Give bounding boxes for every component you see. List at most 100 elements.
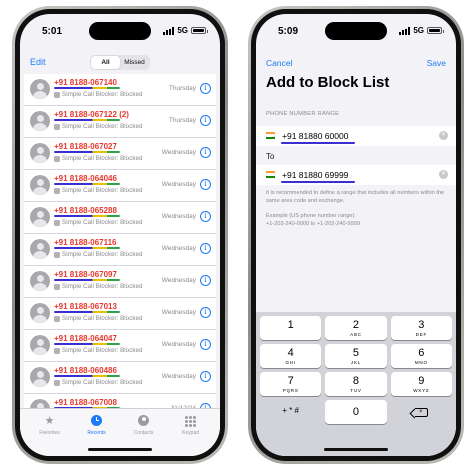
range-hint: It is recommended to define a range that… bbox=[266, 190, 445, 204]
tab-favorites[interactable]: ★ Favorites bbox=[26, 409, 73, 456]
key-2[interactable]: 2 ABC bbox=[325, 316, 387, 340]
highlight-underline bbox=[54, 119, 120, 121]
clear-icon[interactable]: ✕ bbox=[439, 170, 448, 179]
delete-key[interactable]: × bbox=[391, 400, 452, 424]
call-row[interactable]: +91 8188-067027 Simple Call Blocker: Blo… bbox=[24, 138, 216, 170]
call-day: Wednesday bbox=[161, 373, 196, 380]
edit-button[interactable]: Edit bbox=[30, 57, 46, 67]
dynamic-island bbox=[89, 22, 151, 40]
avatar bbox=[30, 271, 50, 291]
call-row[interactable]: +91 8188-067122 (2) Simple Call Blocker: … bbox=[24, 106, 216, 138]
battery-icon bbox=[191, 27, 208, 34]
avatar bbox=[30, 335, 50, 355]
info-icon[interactable]: i bbox=[200, 243, 211, 254]
key-digit: 6 bbox=[418, 347, 425, 359]
call-subtitle: Simple Call Blocker: Blocked bbox=[54, 91, 143, 98]
blocker-app-icon bbox=[54, 123, 60, 130]
call-number: +91 8188-065288 bbox=[54, 206, 117, 215]
range-end-field[interactable]: +91 81880 69999 ✕ bbox=[256, 165, 456, 185]
call-row[interactable]: +91 8188-067116 Simple Call Blocker: Blo… bbox=[24, 234, 216, 266]
blocker-app-icon bbox=[54, 283, 60, 290]
highlight-underline bbox=[54, 247, 120, 249]
segment-missed[interactable]: Missed bbox=[120, 56, 149, 69]
numeric-keypad: 1 2 ABC 3 DEF 4 GHI 5 JKL 6 MNO 7 PQRS 8 TUV 9 WXYZ + … bbox=[256, 312, 456, 456]
call-number-text: +91 8188-067097 bbox=[54, 270, 117, 279]
key-6[interactable]: 6 MNO bbox=[390, 344, 452, 368]
call-day: Thursday bbox=[168, 117, 196, 124]
call-row[interactable]: +91 8188-067140 Simple Call Blocker: Blo… bbox=[24, 74, 216, 106]
tab-contacts-label: Contacts bbox=[133, 430, 154, 436]
info-icon[interactable]: i bbox=[200, 211, 211, 222]
key-1[interactable]: 1 bbox=[260, 316, 322, 340]
highlight-underline bbox=[54, 183, 120, 185]
clear-icon[interactable]: ✕ bbox=[439, 131, 448, 140]
status-indicators: 5G bbox=[163, 26, 208, 35]
avatar bbox=[30, 175, 50, 195]
call-number: +91 8188-067122 (2) bbox=[54, 110, 129, 119]
call-row[interactable]: +91 8188-065288 Simple Call Blocker: Blo… bbox=[24, 202, 216, 234]
info-icon[interactable]: i bbox=[200, 147, 211, 158]
info-icon[interactable]: i bbox=[200, 115, 211, 126]
call-row[interactable]: +91 8188-067013 Simple Call Blocker: Blo… bbox=[24, 298, 216, 330]
call-day: Wednesday bbox=[161, 149, 196, 156]
key-9[interactable]: 9 WXYZ bbox=[390, 372, 452, 396]
key-3[interactable]: 3 DEF bbox=[390, 316, 452, 340]
blocker-app-icon bbox=[54, 91, 60, 98]
key-symbols[interactable]: + * # bbox=[260, 400, 321, 424]
call-number: +91 8188-060486 bbox=[54, 366, 117, 375]
save-button[interactable]: Save bbox=[427, 58, 446, 68]
info-icon[interactable]: i bbox=[200, 339, 211, 350]
key-5[interactable]: 5 JKL bbox=[325, 344, 387, 368]
info-icon[interactable]: i bbox=[200, 371, 211, 382]
key-letters: JKL bbox=[350, 360, 362, 365]
info-icon[interactable]: i bbox=[200, 275, 211, 286]
call-row[interactable]: +91 8188-064046 Simple Call Blocker: Blo… bbox=[24, 170, 216, 202]
call-number-text: +91 8188-067140 bbox=[54, 78, 117, 87]
call-subtitle: Simple Call Blocker: Blocked bbox=[54, 379, 143, 386]
blocker-app-icon bbox=[54, 347, 60, 354]
blocker-app-icon bbox=[54, 379, 60, 386]
call-number: +91 8188-067008 bbox=[54, 398, 117, 407]
tab-recents-label: Recents bbox=[87, 430, 106, 436]
tab-keypad[interactable]: Keypad bbox=[167, 409, 214, 456]
phone-block-list: 5:09 5G Cancel Save Add to Block List PH… bbox=[248, 6, 464, 464]
call-number-text: +91 8188-067122 bbox=[54, 110, 117, 119]
highlight-underline bbox=[54, 311, 120, 313]
avatar bbox=[30, 303, 50, 323]
call-subtitle: Simple Call Blocker: Blocked bbox=[54, 251, 143, 258]
key-letters: DEF bbox=[415, 332, 428, 337]
key-letters: ABC bbox=[350, 332, 362, 337]
call-number-text: +91 8188-067116 bbox=[54, 238, 117, 247]
call-subtitle-text: Simple Call Blocker: Blocked bbox=[62, 187, 143, 194]
info-icon[interactable]: i bbox=[200, 179, 211, 190]
cancel-button[interactable]: Cancel bbox=[266, 58, 292, 68]
key-digit: 9 bbox=[418, 375, 425, 387]
key-4[interactable]: 4 GHI bbox=[260, 344, 322, 368]
blocker-app-icon bbox=[54, 251, 60, 258]
key-0[interactable]: 0 bbox=[325, 400, 387, 424]
info-icon[interactable]: i bbox=[200, 83, 211, 94]
phone-recents: 5:01 5G Edit All Missed +91 8188-067140 … bbox=[12, 6, 228, 464]
call-subtitle-text: Simple Call Blocker: Blocked bbox=[62, 219, 143, 226]
call-subtitle: Simple Call Blocker: Blocked bbox=[54, 155, 143, 162]
info-icon[interactable]: i bbox=[200, 307, 211, 318]
call-row[interactable]: +91 8188-067097 Simple Call Blocker: Blo… bbox=[24, 266, 216, 298]
network-label: 5G bbox=[413, 26, 424, 35]
avatar bbox=[30, 207, 50, 227]
range-start-field[interactable]: +91 81880 60000 ✕ bbox=[256, 126, 456, 146]
segment-all[interactable]: All bbox=[91, 56, 120, 69]
blocker-app-icon bbox=[54, 315, 60, 322]
key-letters: PQRS bbox=[282, 388, 299, 393]
key-7[interactable]: 7 PQRS bbox=[260, 372, 322, 396]
avatar bbox=[30, 239, 50, 259]
call-row[interactable]: +91 8188-060486 Simple Call Blocker: Blo… bbox=[24, 362, 216, 394]
call-number-text: +91 8188-060486 bbox=[54, 366, 117, 375]
highlight-underline bbox=[54, 87, 120, 89]
highlight-underline bbox=[54, 343, 120, 345]
key-letters: TUV bbox=[350, 388, 362, 393]
tab-keypad-label: Keypad bbox=[182, 430, 199, 436]
call-row[interactable]: +91 8188-064047 Simple Call Blocker: Blo… bbox=[24, 330, 216, 362]
key-8[interactable]: 8 TUV bbox=[325, 372, 387, 396]
avatar bbox=[30, 143, 50, 163]
call-number-text: +91 8188-067008 bbox=[54, 398, 117, 407]
